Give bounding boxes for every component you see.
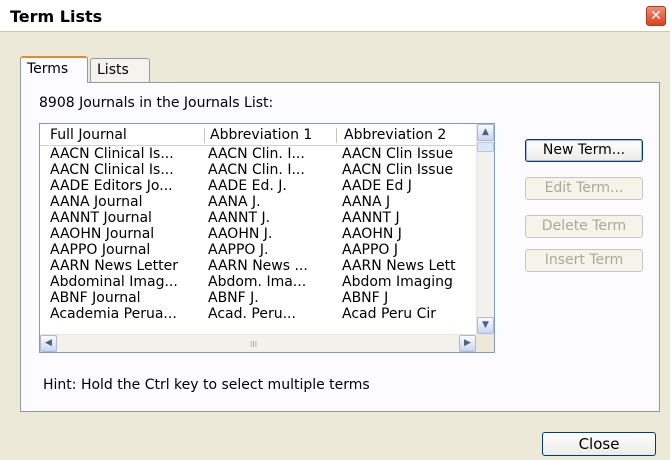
list-cell: AANNT J bbox=[342, 210, 400, 226]
list-cell: ABNF J. bbox=[208, 290, 259, 306]
hint-text: Hint: Hold the Ctrl key to select multip… bbox=[43, 377, 370, 393]
horizontal-scrollbar[interactable]: ◀ III ▶ bbox=[40, 334, 476, 352]
list-cell: AADE Ed. J. bbox=[208, 178, 287, 194]
scroll-right-icon[interactable]: ▶ bbox=[459, 335, 476, 352]
scroll-thumb[interactable] bbox=[477, 142, 494, 152]
list-cell: Acad. Peru... bbox=[208, 306, 296, 322]
edit-term-label: Edit Term... bbox=[544, 180, 624, 196]
list-header: Full Journal Abbreviation 1 Abbreviation… bbox=[40, 124, 476, 146]
list-cell: Acad Peru Cir bbox=[342, 306, 437, 322]
list-cell: AANNT Journal bbox=[50, 210, 152, 226]
list-item[interactable]: AAOHN Journal AAOHN J. AAOHN J bbox=[40, 226, 476, 242]
title-bar: Term Lists ✕ bbox=[0, 0, 670, 32]
list-cell: AAOHN J bbox=[342, 226, 402, 242]
window-title: Term Lists bbox=[10, 7, 103, 26]
list-item[interactable]: Abdominal Imag... Abdom. Ima... Abdom Imag… bbox=[40, 274, 476, 290]
list-cell: AACN Clinical Is... bbox=[50, 146, 174, 162]
list-item[interactable]: AACN Clinical Is... AACN Clin. I... AACN C… bbox=[40, 146, 476, 162]
insert-term-button[interactable]: Insert Term bbox=[525, 249, 643, 272]
vertical-scrollbar[interactable]: ▲ ▼ bbox=[476, 124, 494, 334]
list-cell: AARN News Letter bbox=[50, 258, 178, 274]
close-button[interactable]: Close bbox=[542, 432, 656, 456]
column-header-abbreviation-1[interactable]: Abbreviation 1 bbox=[210, 127, 312, 143]
list-item[interactable]: AANA Journal AANA J. AANA J bbox=[40, 194, 476, 210]
list-item[interactable]: ABNF Journal ABNF J. ABNF J bbox=[40, 290, 476, 306]
dialog-body: Terms Lists 8908 Journals in the Journal… bbox=[8, 32, 662, 460]
list-cell: AADE Editors Jo... bbox=[50, 178, 173, 194]
list-cell: ABNF J bbox=[342, 290, 389, 306]
list-cell: AAPPO Journal bbox=[50, 242, 151, 258]
list-item[interactable]: AANNT Journal AANNT J. AANNT J bbox=[40, 210, 476, 226]
list-item[interactable]: AAPPO Journal AAPPO J. AAPPO J bbox=[40, 242, 476, 258]
list-cell: AANA J bbox=[342, 194, 391, 210]
insert-term-label: Insert Term bbox=[544, 252, 624, 268]
list-item[interactable]: AADE Editors Jo... AADE Ed. J. AADE Ed J bbox=[40, 178, 476, 194]
scroll-left-icon[interactable]: ◀ bbox=[40, 335, 57, 352]
list-cell: AAPPO J bbox=[342, 242, 399, 258]
list-cell: AANA J. bbox=[208, 194, 261, 210]
new-term-button[interactable]: New Term... bbox=[525, 139, 643, 162]
terms-list[interactable]: Full Journal Abbreviation 1 Abbreviation… bbox=[39, 123, 495, 353]
list-cell: Academia Perua... bbox=[50, 306, 177, 322]
list-cell: AAOHN Journal bbox=[50, 226, 155, 242]
list-cell: AACN Clinical Is... bbox=[50, 162, 174, 178]
edit-term-button[interactable]: Edit Term... bbox=[525, 177, 643, 200]
column-divider[interactable] bbox=[336, 128, 337, 143]
list-cell: AACN Clin Issue bbox=[342, 146, 454, 162]
scroll-down-icon[interactable]: ▼ bbox=[477, 317, 494, 334]
list-cell: Abdom Imaging bbox=[342, 274, 453, 290]
list-item[interactable]: AACN Clinical Is... AACN Clin. I... AACN C… bbox=[40, 162, 476, 178]
tab-lists[interactable]: Lists bbox=[90, 58, 150, 83]
list-cell: AAOHN J. bbox=[208, 226, 273, 242]
scroll-up-icon[interactable]: ▲ bbox=[477, 124, 494, 141]
list-cell: AADE Ed J bbox=[342, 178, 412, 194]
column-header-full-journal[interactable]: Full Journal bbox=[50, 127, 127, 143]
list-cell: ABNF Journal bbox=[50, 290, 141, 306]
delete-term-label: Delete Term bbox=[541, 218, 627, 234]
list-cell: Abdominal Imag... bbox=[50, 274, 178, 290]
delete-term-button[interactable]: Delete Term bbox=[525, 215, 643, 238]
list-cell: AACN Clin Issue bbox=[342, 162, 454, 178]
scroll-grip-icon[interactable]: III bbox=[250, 340, 257, 349]
list-item[interactable]: Academia Perua... Acad. Peru... Acad Peru … bbox=[40, 306, 476, 322]
list-cell: AANNT J. bbox=[208, 210, 271, 226]
close-icon[interactable]: ✕ bbox=[646, 6, 666, 26]
column-header-abbreviation-2[interactable]: Abbreviation 2 bbox=[344, 127, 446, 143]
column-divider[interactable] bbox=[204, 128, 205, 143]
list-cell: AACN Clin. I... bbox=[208, 162, 305, 178]
list-rows: AACN Clinical Is... AACN Clin. I... AACN C… bbox=[40, 146, 476, 332]
new-term-label: New Term... bbox=[542, 142, 626, 158]
list-cell: AARN News Lett bbox=[342, 258, 456, 274]
list-cell: AACN Clin. I... bbox=[208, 146, 305, 162]
list-cell: Abdom. Ima... bbox=[208, 274, 307, 290]
list-cell: AARN News ... bbox=[208, 258, 308, 274]
scrollbar-corner bbox=[476, 334, 494, 352]
tab-panel: 8908 Journals in the Journals List: Full… bbox=[20, 82, 660, 412]
tab-terms[interactable]: Terms bbox=[20, 56, 88, 83]
list-cell: AAPPO J. bbox=[208, 242, 269, 258]
list-cell: AANA Journal bbox=[50, 194, 143, 210]
journal-count-label: 8908 Journals in the Journals List: bbox=[39, 95, 274, 111]
list-item[interactable]: AARN News Letter AARN News ... AARN News L… bbox=[40, 258, 476, 274]
